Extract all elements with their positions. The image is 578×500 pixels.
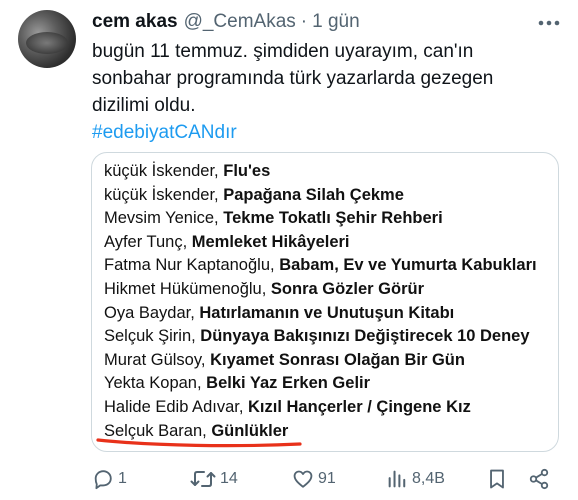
book-title: Papağana Silah Çekme — [223, 185, 404, 204]
book-author: küçük İskender, — [104, 162, 224, 180]
retweet-button[interactable]: 14 — [190, 462, 238, 496]
book-author: Murat Gülsoy, — [104, 350, 211, 369]
reply-count: 1 — [118, 470, 127, 487]
list-item: Fatma Nur Kaptanoğlu, Babam, Ev ve Yumur… — [104, 254, 537, 278]
list-item: Selçuk Şirin, Dünyaya Bakışınızı Değişti… — [104, 325, 537, 349]
book-title: Dünyaya Bakışınızı Değiştirecek 10 Deney — [200, 327, 530, 346]
views-icon — [386, 468, 408, 490]
book-list: küçük İskender, Flu'es küçük İskender, P… — [104, 160, 537, 443]
list-item: Murat Gülsoy, Kıyamet Sonrası Olağan Bir… — [104, 349, 537, 373]
avatar[interactable] — [18, 10, 76, 68]
list-item: Yekta Kopan, Belki Yaz Erken Gelir — [104, 372, 537, 396]
tweet-text-line: dizilimi oldu. — [92, 95, 196, 116]
book-title: Babam, Ev ve Yumurta Kabukları — [279, 256, 537, 275]
author-handle[interactable]: @_CemAkas — [184, 11, 296, 33]
book-author: Yekta Kopan, — [104, 374, 207, 393]
book-title: Tekme Tokatlı Şehir Rehberi — [223, 209, 443, 228]
book-title: Hatırlamanın ve Unutuşun Kitabı — [199, 303, 455, 322]
list-item: küçük İskender, Flu'es — [104, 160, 537, 184]
action-bar: 1 14 91 8,4B — [0, 462, 578, 496]
views-button[interactable]: 8,4B — [386, 462, 445, 496]
book-author: Ayfer Tunç, — [104, 232, 192, 251]
tweet-text-line: bugün 11 temmuz. şimdiden uyarayım, can'… — [92, 41, 474, 62]
list-item: Ayfer Tunç, Memleket Hikâyeleri — [104, 231, 537, 255]
book-title: Flu'es — [223, 162, 271, 180]
more-icon[interactable] — [536, 12, 562, 34]
bookmark-button[interactable] — [486, 462, 508, 496]
list-item: Oya Baydar, Hatırlamanın ve Unutuşun Kit… — [104, 302, 537, 326]
attached-image[interactable]: küçük İskender, Flu'es küçük İskender, P… — [91, 152, 559, 452]
bookmark-icon — [486, 468, 508, 490]
reply-icon — [92, 468, 114, 490]
book-author: Selçuk Şirin, — [104, 327, 201, 346]
list-item: Mevsim Yenice, Tekme Tokatlı Şehir Rehbe… — [104, 207, 537, 231]
heart-icon — [292, 468, 314, 490]
retweet-count: 14 — [220, 470, 238, 487]
book-title: Kızıl Hançerler / Çingene Kız — [248, 397, 471, 416]
red-underline-mark — [96, 438, 302, 448]
book-title: Memleket Hikâyeleri — [191, 232, 350, 251]
list-item: küçük İskender, Papağana Silah Çekme — [104, 184, 537, 208]
list-item: Hikmet Hükümenoğlu, Sonra Gözler Görür — [104, 278, 537, 302]
book-author: küçük İskender, — [104, 185, 224, 204]
retweet-icon — [190, 468, 216, 490]
share-icon — [528, 468, 550, 490]
like-button[interactable]: 91 — [292, 462, 336, 496]
book-title: Belki Yaz Erken Gelir — [206, 374, 371, 393]
hashtag-link[interactable]: #edebiyatCANdır — [92, 122, 237, 143]
views-count: 8,4B — [412, 470, 445, 487]
book-author: Halide Edib Adıvar, — [104, 397, 249, 416]
book-title: Sonra Gözler Görür — [270, 279, 425, 298]
book-author: Oya Baydar, — [104, 303, 200, 322]
book-author: Fatma Nur Kaptanoğlu, — [104, 256, 280, 275]
tweet-time[interactable]: 1 gün — [312, 11, 360, 33]
list-item: Halide Edib Adıvar, Kızıl Hançerler / Çi… — [104, 396, 537, 420]
author-name[interactable]: cem akas — [92, 11, 178, 33]
like-count: 91 — [318, 470, 336, 487]
tweet-text: bugün 11 temmuz. şimdiden uyarayım, can'… — [92, 38, 562, 146]
book-author: Mevsim Yenice, — [104, 209, 224, 228]
share-button[interactable] — [528, 462, 550, 496]
tweet-text-line: sonbahar programında türk yazarlarda gez… — [92, 68, 494, 89]
reply-button[interactable]: 1 — [92, 462, 127, 496]
book-author: Hikmet Hükümenoğlu, — [104, 279, 271, 298]
separator-dot: · — [300, 11, 308, 32]
tweet-header: cem akas @_CemAkas · 1 gün — [92, 8, 360, 36]
book-title: Kıyamet Sonrası Olağan Bir Gün — [210, 350, 465, 369]
